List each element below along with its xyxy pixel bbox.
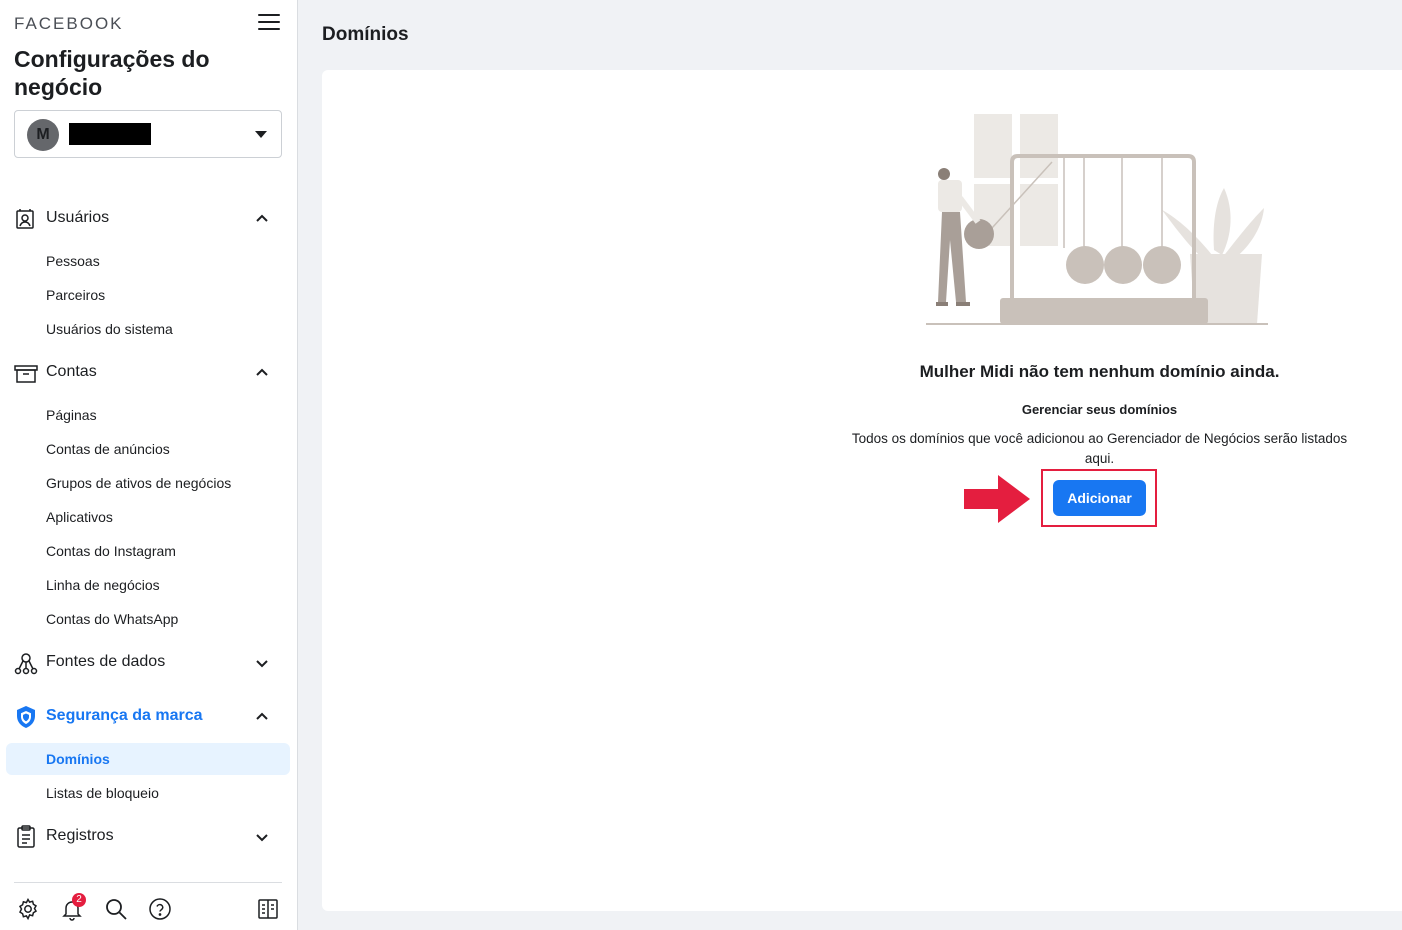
sidebar-section-records[interactable]: Registros (14, 823, 284, 851)
chevron-up-icon (256, 368, 268, 376)
sidebar-item-label: Usuários do sistema (46, 321, 173, 337)
sidebar-item-label: Aplicativos (46, 509, 113, 525)
sidebar-item-label: Contas de anúncios (46, 441, 170, 457)
sidebar-item-domains[interactable]: Domínios (6, 743, 290, 775)
sidebar-item-apps[interactable]: Aplicativos (6, 501, 290, 533)
sidebar-item-instagram-accounts[interactable]: Contas do Instagram (6, 535, 290, 567)
sidebar-item-people[interactable]: Pessoas (6, 245, 290, 277)
sidebar-item-label: Domínios (46, 751, 110, 767)
hamburger-menu-icon[interactable] (258, 14, 280, 34)
help-icon[interactable] (148, 897, 172, 921)
sidebar-item-line-of-business[interactable]: Linha de negócios (6, 569, 290, 601)
add-domain-button[interactable]: Adicionar (1053, 480, 1146, 516)
panel-toggle-icon[interactable] (256, 897, 280, 921)
sidebar-item-whatsapp-accounts[interactable]: Contas do WhatsApp (6, 603, 290, 635)
sidebar: FACEBOOK Configurações do negócio M Mulh… (0, 0, 298, 930)
empty-state-description: Todos os domínios que você adicionou ao … (851, 431, 1348, 466)
sidebar-item-label: Páginas (46, 407, 97, 423)
red-arrow-annotation-icon (964, 475, 1030, 523)
sidebar-item-label: Contas do WhatsApp (46, 611, 179, 627)
sidebar-item-label: Contas do Instagram (46, 543, 176, 559)
sidebar-item-label: Grupos de ativos de negócios (46, 475, 232, 491)
page-section-title: Configurações do negócio (14, 46, 210, 100)
caret-down-icon (255, 131, 267, 138)
sidebar-section-label: Fontes de dados (46, 653, 166, 670)
search-icon[interactable] (104, 897, 128, 921)
clipboard-icon (17, 825, 35, 848)
sidebar-item-block-lists[interactable]: Listas de bloqueio (6, 777, 290, 809)
sidebar-item-system-users[interactable]: Usuários do sistema (6, 313, 290, 345)
sidebar-section-data-sources[interactable]: Fontes de dados (14, 649, 284, 677)
notifications-button[interactable]: 2 (60, 893, 86, 921)
chevron-up-icon (256, 214, 268, 222)
sidebar-divider (14, 882, 282, 883)
sidebar-section-label: Segurança da marca (46, 707, 203, 724)
business-name-redacted: Mulher Midi (69, 123, 151, 145)
sidebar-item-partners[interactable]: Parceiros (6, 279, 290, 311)
empty-state-subheading: Gerenciar seus domínios (1021, 402, 1178, 417)
page-title: Domínios (322, 24, 409, 45)
data-sources-icon (14, 653, 38, 675)
settings-icon[interactable] (16, 897, 40, 921)
newtons-cradle-illustration (926, 114, 1268, 325)
sidebar-section-label: Registros (46, 827, 114, 844)
sidebar-section-label: Usuários (46, 209, 110, 226)
sidebar-item-label: Pessoas (46, 253, 100, 269)
sidebar-item-label: Parceiros (46, 287, 106, 303)
sidebar-item-business-asset-groups[interactable]: Grupos de ativos de negócios (6, 467, 290, 499)
chevron-up-icon (256, 712, 268, 720)
sidebar-section-brand-safety[interactable]: Segurança da marca (14, 703, 284, 731)
business-avatar: M (27, 119, 59, 151)
sidebar-item-label: Linha de negócios (46, 577, 160, 593)
sidebar-section-accounts[interactable]: Contas (14, 359, 284, 387)
sidebar-section-label: Contas (46, 363, 97, 380)
empty-state-heading: Mulher Midi não tem nenhum domínio ainda… (919, 362, 1280, 381)
domains-empty-card: Mulher Midi não tem nenhum domínio ainda… (322, 70, 1402, 911)
chevron-down-icon (256, 660, 268, 668)
business-selector[interactable]: M Mulher Midi (14, 110, 282, 158)
chevron-down-icon (256, 834, 268, 842)
accounts-icon (14, 365, 38, 383)
facebook-brand: FACEBOOK (14, 14, 124, 33)
sidebar-item-pages[interactable]: Páginas (6, 399, 290, 431)
sidebar-item-label: Listas de bloqueio (46, 785, 159, 801)
shield-icon (17, 706, 35, 728)
users-icon (16, 209, 34, 229)
sidebar-section-users[interactable]: Usuários (14, 205, 284, 233)
sidebar-item-ad-accounts[interactable]: Contas de anúncios (6, 433, 290, 465)
notification-badge: 2 (72, 893, 86, 907)
